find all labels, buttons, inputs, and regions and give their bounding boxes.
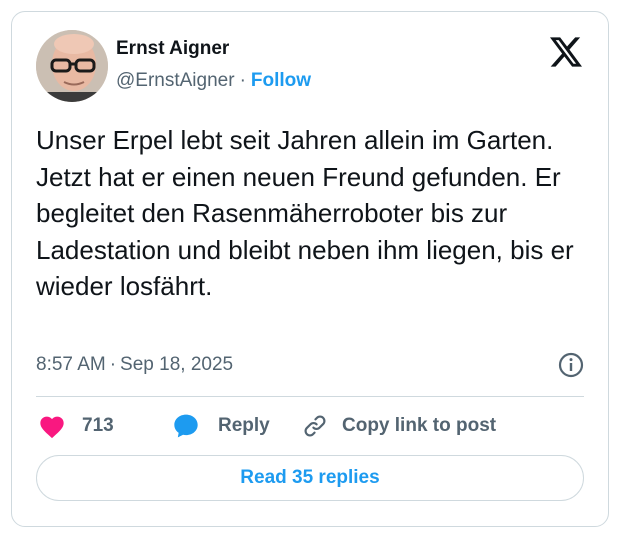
info-icon[interactable] (558, 352, 584, 378)
link-icon (304, 415, 326, 437)
timestamp-row: 8:57 AM · Sep 18, 2025 (36, 352, 584, 378)
copy-link-label: Copy link to post (342, 415, 497, 436)
follow-button[interactable]: Follow (251, 70, 311, 91)
reply-button[interactable]: Reply (172, 408, 270, 444)
info-icon-svg (558, 352, 584, 378)
tweet-text: Unser Erpel lebt seit Jahren allein im G… (36, 125, 574, 301)
user-handle[interactable]: @ErnstAigner (116, 70, 235, 91)
avatar[interactable] (36, 30, 108, 102)
x-logo-icon[interactable] (550, 37, 582, 67)
heart-icon (40, 416, 64, 439)
separator-dot: · (239, 70, 246, 91)
separator-dot: · (109, 354, 117, 375)
avatar-image (36, 30, 108, 102)
copy-link-button[interactable]: Copy link to post (302, 408, 496, 444)
like-count: 713 (82, 415, 114, 436)
like-button[interactable]: 713 (38, 408, 114, 444)
post-date: Sep 18, 2025 (120, 354, 234, 375)
handle-line: @ErnstAigner · Follow (116, 70, 311, 92)
read-replies-button[interactable]: Read 35 replies (36, 455, 584, 501)
reply-label: Reply (218, 415, 270, 436)
timestamp[interactable]: 8:57 AM · Sep 18, 2025 (36, 354, 233, 375)
user-name[interactable]: Ernst Aigner (116, 38, 229, 60)
speech-bubble-icon (174, 414, 198, 438)
tweet-card: Ernst Aigner @ErnstAigner · Follow Unser E… (11, 11, 609, 527)
x-logo-svg (550, 37, 582, 67)
post-time: 8:57 AM (36, 354, 106, 375)
action-bar: 713 Reply Copy link to post (36, 408, 596, 444)
divider (36, 396, 584, 397)
